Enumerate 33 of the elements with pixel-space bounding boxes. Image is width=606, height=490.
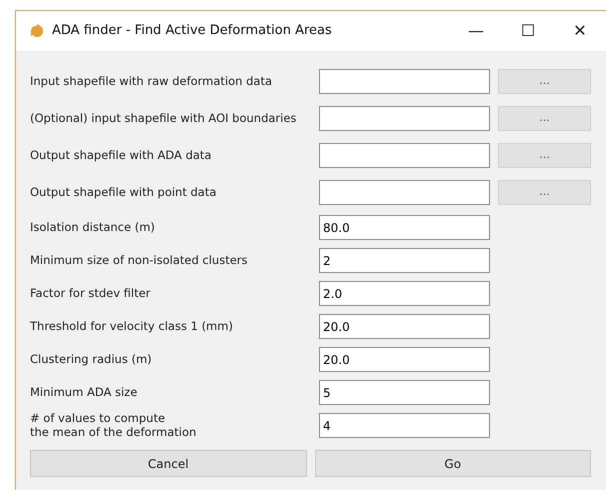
field-label: Isolation distance (m) bbox=[30, 220, 156, 234]
browse-button[interactable]: ... bbox=[498, 143, 591, 168]
field-label: (Optional) input shapefile with AOI boundaries bbox=[30, 112, 298, 126]
browse-button[interactable]: ... bbox=[498, 180, 591, 205]
input-field[interactable]: 20.0 bbox=[319, 347, 490, 372]
field-label: Minimum size of non-isolated clusters bbox=[30, 254, 249, 268]
field-label: # of values to compute the mean of the deformation bbox=[30, 412, 198, 439]
cancel-button[interactable]: Cancel bbox=[30, 450, 306, 477]
input-field[interactable] bbox=[319, 106, 490, 131]
maximize-button[interactable]: ☐ bbox=[502, 19, 554, 43]
field-label: Minimum ADA size bbox=[30, 386, 138, 400]
field-label: Input shapefile with raw deformation data bbox=[30, 74, 274, 88]
field-label: Output shapefile with point data bbox=[30, 186, 218, 200]
input-field[interactable]: 2.0 bbox=[319, 281, 490, 306]
input-field[interactable]: 20.0 bbox=[319, 314, 490, 339]
go-button[interactable]: Go bbox=[314, 450, 591, 477]
app-icon bbox=[28, 22, 46, 40]
browse-button[interactable]: ... bbox=[498, 69, 591, 94]
browse-button[interactable]: ... bbox=[498, 106, 591, 131]
field-label: Factor for stdev filter bbox=[30, 286, 152, 300]
minimize-button[interactable]: — bbox=[450, 19, 502, 43]
input-field[interactable]: 5 bbox=[319, 380, 490, 405]
input-field[interactable] bbox=[319, 69, 490, 94]
input-field[interactable]: 80.0 bbox=[319, 215, 490, 240]
window-title: ADA finder - Find Active Deformation Areas bbox=[52, 22, 333, 40]
input-field[interactable]: 4 bbox=[319, 413, 490, 438]
field-label: Output shapefile with ADA data bbox=[30, 148, 212, 162]
input-field[interactable]: 2 bbox=[319, 248, 490, 273]
input-field[interactable] bbox=[319, 180, 490, 205]
input-field[interactable] bbox=[319, 143, 490, 168]
close-button[interactable]: ✕ bbox=[554, 19, 606, 43]
field-label: Clustering radius (m) bbox=[30, 352, 153, 366]
field-label: Threshold for velocity class 1 (mm) bbox=[30, 320, 234, 334]
